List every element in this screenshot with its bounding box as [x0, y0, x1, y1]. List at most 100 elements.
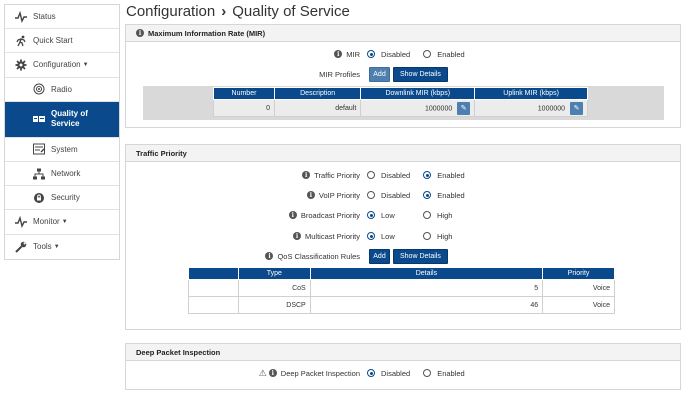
traffic-priority-disabled-radio[interactable]: Disabled [367, 171, 410, 180]
mir-disabled-radio[interactable]: Disabled [367, 50, 410, 59]
qos-rules-label: i QoS Classification Rules [265, 252, 360, 261]
dpi-enabled-radio[interactable]: Enabled [423, 369, 465, 378]
radio-circle[interactable] [423, 232, 431, 240]
radio-circle[interactable] [367, 50, 375, 58]
cell-uplink: 1000000 ✎ [474, 99, 588, 117]
voip-priority-disabled-radio[interactable]: Disabled [367, 191, 410, 200]
radio-circle[interactable] [367, 191, 375, 199]
sidebar-item-monitor[interactable]: Monitor ▼ [5, 210, 119, 235]
mir-enabled-radio[interactable]: Enabled [423, 50, 465, 59]
broadcast-priority-high-radio[interactable]: High [423, 211, 452, 220]
network-icon [33, 168, 45, 180]
sidebar-item-configuration[interactable]: Configuration ▼ [5, 53, 119, 78]
dpi-panel: Deep Packet Inspection ⚠ i Deep Packet I… [125, 343, 681, 390]
dpi-panel-title: Deep Packet Inspection [136, 347, 221, 357]
traffic-priority-radio-group: Disabled Enabled [367, 171, 478, 180]
radio-circle[interactable] [367, 369, 375, 377]
mir-label: i MIR [334, 50, 360, 59]
col-header-number: Number [213, 87, 275, 100]
sidebar-item-status[interactable]: Status [5, 5, 119, 30]
traffic-priority-panel: Traffic Priority i Traffic Priority Disab… [125, 144, 681, 330]
chevron-down-icon: ▼ [82, 61, 89, 68]
sidebar: Status Quick Start Configuration ▼ Radio … [4, 4, 120, 260]
sidebar-item-quick-start[interactable]: Quick Start [5, 29, 119, 54]
cell-downlink: 1000000 ✎ [360, 99, 476, 117]
dpi-row: ⚠ i Deep Packet Inspection Disabled Enab… [126, 367, 682, 379]
lock-icon [33, 192, 45, 204]
sidebar-item-security[interactable]: Security [5, 186, 119, 211]
system-icon [33, 143, 45, 155]
multicast-priority-high-radio[interactable]: High [423, 232, 452, 241]
radio-circle[interactable] [367, 171, 375, 179]
broadcast-priority-low-radio[interactable]: Low [367, 211, 410, 220]
radio-label: High [437, 210, 453, 220]
radio-circle[interactable] [367, 211, 375, 219]
radio-label: Disabled [381, 368, 411, 378]
mir-profiles-table: Number Description Downlink MIR (kbps) U… [213, 87, 588, 117]
qos-show-details-button[interactable]: Show Details [393, 248, 448, 264]
sidebar-item-label: Tools [33, 242, 52, 252]
gear-icon [15, 59, 27, 71]
warning-icon: ⚠ [258, 367, 267, 378]
col-header-priority: Priority [542, 267, 615, 280]
radio-label: Enabled [437, 190, 465, 200]
sidebar-item-quality-of-service[interactable]: Quality of Service [5, 101, 119, 138]
radio-circle[interactable] [423, 369, 432, 377]
label-text: Traffic Priority [314, 170, 360, 180]
breadcrumb-current: Quality of Service [232, 3, 350, 20]
radio-circle[interactable] [423, 211, 431, 219]
breadcrumb-parent[interactable]: Configuration [126, 3, 215, 20]
voip-priority-enabled-radio[interactable]: Enabled [423, 191, 465, 200]
traffic-priority-enabled-radio[interactable]: Enabled [423, 171, 465, 180]
radio-label: Low [381, 210, 395, 220]
sidebar-item-label: Quick Start [33, 36, 73, 46]
sidebar-item-label: Configuration [33, 60, 81, 70]
traffic-panel-header: Traffic Priority [126, 145, 680, 162]
sidebar-item-system[interactable]: System [5, 138, 119, 162]
label-text: QoS Classification Rules [277, 251, 360, 261]
multicast-priority-label: i Multicast Priority [292, 232, 360, 241]
info-icon: i [334, 50, 343, 58]
sidebar-item-label: Network [51, 169, 81, 179]
dpi-disabled-radio[interactable]: Disabled [367, 369, 410, 378]
radio-label: Disabled [381, 170, 411, 180]
qos-rules-row: i QoS Classification Rules Add Show Detai… [126, 248, 682, 264]
mir-profiles-row: MIR Profiles Add Show Details [126, 66, 682, 82]
multicast-priority-low-radio[interactable]: Low [367, 232, 410, 241]
runner-icon [15, 35, 27, 47]
cell-details: 46 [309, 296, 544, 314]
cell-blank [188, 296, 239, 314]
mir-panel: i Maximum Information Rate (MIR) i MIR D… [125, 24, 681, 128]
radio-circle[interactable] [367, 232, 375, 240]
sidebar-item-tools[interactable]: Tools ▼ [5, 235, 119, 259]
label-text: Broadcast Priority [300, 210, 360, 220]
radio-circle[interactable] [423, 171, 432, 179]
traffic-panel-title: Traffic Priority [136, 148, 187, 158]
pulse-icon [15, 215, 27, 228]
radio-label: Low [381, 231, 395, 241]
chevron-down-icon: ▼ [61, 218, 68, 225]
pulse-icon [15, 10, 27, 23]
traffic-priority-label: i Traffic Priority [302, 171, 360, 180]
sidebar-item-label: Quality of Service [51, 109, 88, 129]
radio-label: Enabled [437, 49, 465, 59]
radio-circle[interactable] [423, 50, 432, 58]
pencil-icon[interactable]: ✎ [457, 101, 471, 115]
sidebar-item-radio[interactable]: Radio [5, 78, 119, 102]
qos-add-button[interactable]: Add [369, 248, 390, 264]
mir-add-button[interactable]: Add [369, 66, 390, 82]
mir-profiles-label: MIR Profiles [319, 69, 360, 79]
mir-radio-group: Disabled Enabled [367, 50, 478, 59]
radio-circle[interactable] [423, 191, 432, 199]
broadcast-priority-label: i Broadcast Priority [288, 210, 360, 220]
label-text: VoIP Priority [318, 190, 360, 200]
info-icon: i [265, 252, 274, 260]
mir-show-details-button[interactable]: Show Details [393, 66, 448, 82]
mir-profile-buttons: Add Show Details [369, 66, 448, 82]
info-icon: i [288, 211, 297, 219]
sidebar-item-network[interactable]: Network [5, 162, 119, 187]
pencil-icon[interactable]: ✎ [570, 101, 583, 115]
info-icon: i [136, 29, 144, 37]
col-header-blank [188, 267, 239, 280]
col-header-details: Details [309, 267, 544, 280]
